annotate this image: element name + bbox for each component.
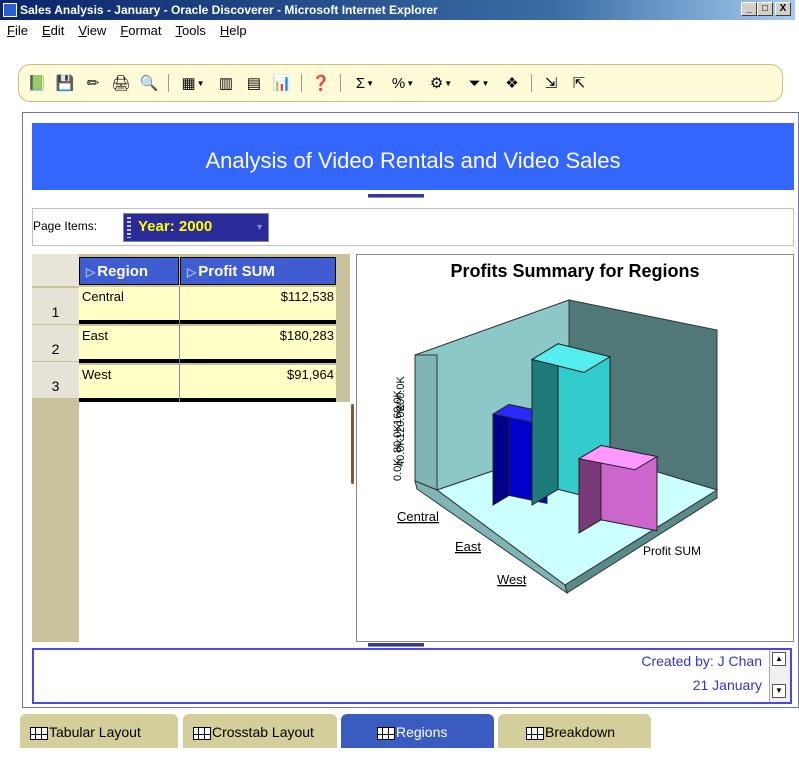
- export-icon[interactable]: ⇲: [539, 72, 563, 94]
- window-title: Sales Analysis - January - Oracle Discov…: [20, 3, 438, 17]
- help-icon[interactable]: ❓: [309, 72, 333, 94]
- footer-resize-handle[interactable]: [368, 643, 424, 647]
- table-icon: [30, 726, 48, 740]
- x-category-label: Central: [397, 509, 439, 524]
- toolbar-separator: [301, 74, 302, 92]
- table-icon: [377, 726, 395, 740]
- ie-icon: [3, 3, 17, 17]
- print-preview-icon[interactable]: 🔍: [137, 72, 161, 94]
- toolbar-separator: [531, 74, 532, 92]
- crosstab-table: ▷ Region ▷ Profit SUM 1 2 3 Central $112,5…: [32, 254, 350, 642]
- drag-handle[interactable]: [127, 217, 131, 238]
- bar-west[interactable]: [577, 444, 659, 534]
- table-corner: [32, 254, 79, 286]
- title-resize-handle[interactable]: [368, 194, 424, 198]
- bar-side-face: [492, 403, 510, 506]
- tab-label: Breakdown: [545, 724, 616, 740]
- import-icon[interactable]: ⇱: [567, 72, 591, 94]
- menu-help[interactable]: Help: [213, 21, 254, 41]
- created-by-text: Created by: J Chan: [641, 653, 762, 669]
- tab-label: Tabular Layout: [49, 724, 141, 740]
- tab-regions[interactable]: Regions: [341, 714, 494, 748]
- play-icon: ▷: [86, 265, 96, 279]
- column-header-profit-sum[interactable]: ▷ Profit SUM: [180, 257, 336, 285]
- table-empty-area: [79, 402, 350, 642]
- row-header-area: [32, 402, 79, 642]
- footer-scrollbar[interactable]: ▲ ▼: [769, 650, 790, 702]
- menu-edit[interactable]: Edit: [35, 21, 71, 41]
- filters-icon[interactable]: ⏷ ▼: [462, 72, 496, 94]
- splitter-handle[interactable]: [351, 404, 354, 484]
- toolbar-separator: [168, 74, 169, 92]
- tab-label: Regions: [396, 724, 448, 740]
- x-category-label: East: [455, 539, 481, 554]
- row-number: 2: [32, 325, 79, 362]
- series-label: Profit SUM: [643, 544, 701, 558]
- worksheet-footer: Created by: J Chan 21 January ▲ ▼: [32, 648, 792, 704]
- close-button[interactable]: X: [775, 2, 791, 16]
- tab-label: Crosstab Layout: [212, 724, 314, 740]
- maximize-button[interactable]: □: [757, 2, 773, 16]
- menu-file[interactable]: File: [0, 21, 35, 41]
- chart-pane: Profits Summary for Regions 0.0K 40.0K 80.…: [356, 254, 794, 642]
- pivot-icon[interactable]: ▥: [214, 72, 238, 94]
- totals-icon[interactable]: Σ ▼: [348, 72, 382, 94]
- table-icon: [526, 726, 544, 740]
- play-icon: ▷: [187, 265, 197, 279]
- calculations-icon[interactable]: ⚙ ▼: [424, 72, 458, 94]
- table-cell-profit[interactable]: $180,283: [180, 326, 336, 363]
- row-number: 3: [32, 362, 79, 399]
- column-divider: [179, 287, 180, 402]
- print-icon[interactable]: 🖨: [109, 72, 133, 94]
- page-items-label: Page Items:: [33, 219, 98, 233]
- new-icon[interactable]: ✏: [81, 72, 105, 94]
- chart-title: Profits Summary for Regions: [450, 261, 699, 281]
- tab-tabular-layout[interactable]: Tabular Layout: [20, 714, 178, 748]
- save-icon[interactable]: 💾: [53, 72, 77, 94]
- column-header-region[interactable]: ▷ Region: [79, 257, 179, 285]
- table-cell-profit[interactable]: $112,538: [180, 287, 336, 324]
- minimize-button[interactable]: _: [741, 2, 757, 16]
- page-items-bar: Page Items: Year: 2000 ▼: [32, 208, 794, 246]
- toolbar-separator: [340, 74, 341, 92]
- percentages-icon[interactable]: % ▼: [386, 72, 420, 94]
- chart-svg: Profits Summary for Regions 0.0K40.0K80.…: [392, 261, 719, 595]
- table-icon: [193, 726, 211, 740]
- conditions-icon[interactable]: ❖: [500, 72, 524, 94]
- tab-crosstab-layout[interactable]: Crosstab Layout: [183, 714, 337, 748]
- scroll-down-icon[interactable]: ▼: [772, 684, 786, 698]
- menu-format[interactable]: Format: [113, 21, 168, 41]
- page-item-selector[interactable]: Year: 2000 ▼: [123, 213, 269, 242]
- table-cell-region[interactable]: Central: [79, 287, 180, 324]
- worksheet-title: Analysis of Video Rentals and Video Sale…: [32, 123, 794, 190]
- header-label: Region: [97, 263, 149, 280]
- y-tick-label: 200.0K: [395, 375, 407, 411]
- worksheet-tabs: Tabular Layout Crosstab Layout Regions B…: [20, 712, 799, 750]
- menu-tools[interactable]: Tools: [169, 21, 213, 41]
- table-cell-profit[interactable]: $91,964: [180, 365, 336, 402]
- bar-side-face: [531, 342, 559, 506]
- graph-icon[interactable]: 📊: [270, 72, 294, 94]
- row-number: 1: [32, 288, 79, 325]
- toolbar: 📗 💾 ✏ 🖨 🔍 ▦ ▼ ▥ ▤ 📊 ❓ Σ ▼ % ▼ ⚙ ▼ ⏷ ▼ ❖ ⇲ ⇱: [18, 64, 783, 102]
- window-title-bar: Sales Analysis - January - Oracle Discov…: [0, 0, 795, 20]
- table-layout-icon[interactable]: ▦ ▼: [176, 72, 210, 94]
- tab-breakdown[interactable]: Breakdown: [498, 714, 651, 748]
- scroll-up-icon[interactable]: ▲: [772, 652, 786, 666]
- y-axis-ticks: 0.0K40.0K80.0K120.0K160.0K200.0K: [392, 375, 407, 481]
- chevron-down-icon[interactable]: ▼: [255, 222, 264, 232]
- table-cell-region[interactable]: East: [79, 326, 180, 363]
- x-category-label: West: [497, 572, 527, 587]
- table-cell-region[interactable]: West: [79, 365, 180, 402]
- crosstab-icon[interactable]: ▤: [242, 72, 266, 94]
- menu-view[interactable]: View: [71, 21, 113, 41]
- page-item-value: Year: 2000: [138, 218, 213, 235]
- open-icon[interactable]: 📗: [25, 72, 49, 94]
- created-date-text: 21 January: [692, 677, 762, 693]
- menu-bar: File Edit View Format Tools Help: [0, 21, 254, 41]
- header-label: Profit SUM: [198, 263, 275, 280]
